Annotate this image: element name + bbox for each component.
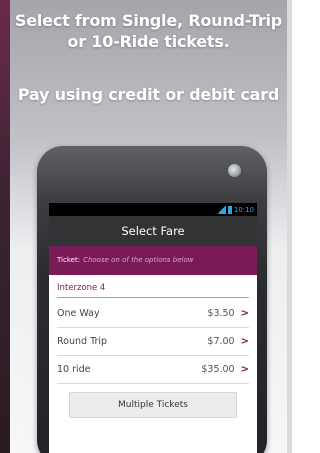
fare-right: $35.00 > [201,364,249,375]
fare-option-round-trip[interactable]: Round Trip $7.00 > [57,328,249,356]
status-bar: 10:10 [49,203,257,216]
signal-icon [216,205,226,214]
phone-screen: 10:10 Select Fare Ticket: Choose on of th… [49,203,257,453]
zone-header: Interzone 4 [57,281,249,298]
promo-headline-line2: or 10-Ride tickets. [67,32,230,51]
fare-price: $3.50 [207,308,235,319]
fare-label: 10 ride [57,364,91,375]
ticket-hint: Choose on of the options below [83,256,194,264]
page-title: Select Fare [49,216,257,246]
fare-right: $7.00 > [207,336,249,347]
fare-label: Round Trip [57,336,108,347]
phone-frame: 10:10 Select Fare Ticket: Choose on of th… [37,146,267,453]
multiple-tickets-button[interactable]: Multiple Tickets [69,392,237,418]
fare-price: $7.00 [207,336,235,347]
status-time: 10:10 [233,205,254,214]
ticket-banner: Ticket: Choose on of the options below [49,246,257,275]
chevron-right-icon: > [240,308,249,319]
right-edge-strip [287,0,292,453]
battery-icon [227,205,232,214]
promo-headline-line1: Select from Single, Round-Trip [14,11,283,30]
camera-icon [228,164,241,177]
fare-option-10-ride[interactable]: 10 ride $35.00 > [57,356,249,384]
ticket-label: Ticket: [57,256,81,264]
left-edge-strip [0,0,10,453]
fare-option-one-way[interactable]: One Way $3.50 > [57,300,249,328]
fare-right: $3.50 > [207,308,249,319]
app-store-screenshot: Select from Single, Round-Trip or 10-Rid… [0,0,292,453]
fare-label: One Way [57,308,100,319]
status-icons: 10:10 [216,204,254,215]
fare-price: $35.00 [201,364,235,375]
chevron-right-icon: > [240,336,249,347]
promo-headline-line3: Pay using credit or debit card [17,85,280,104]
chevron-right-icon: > [240,364,249,375]
